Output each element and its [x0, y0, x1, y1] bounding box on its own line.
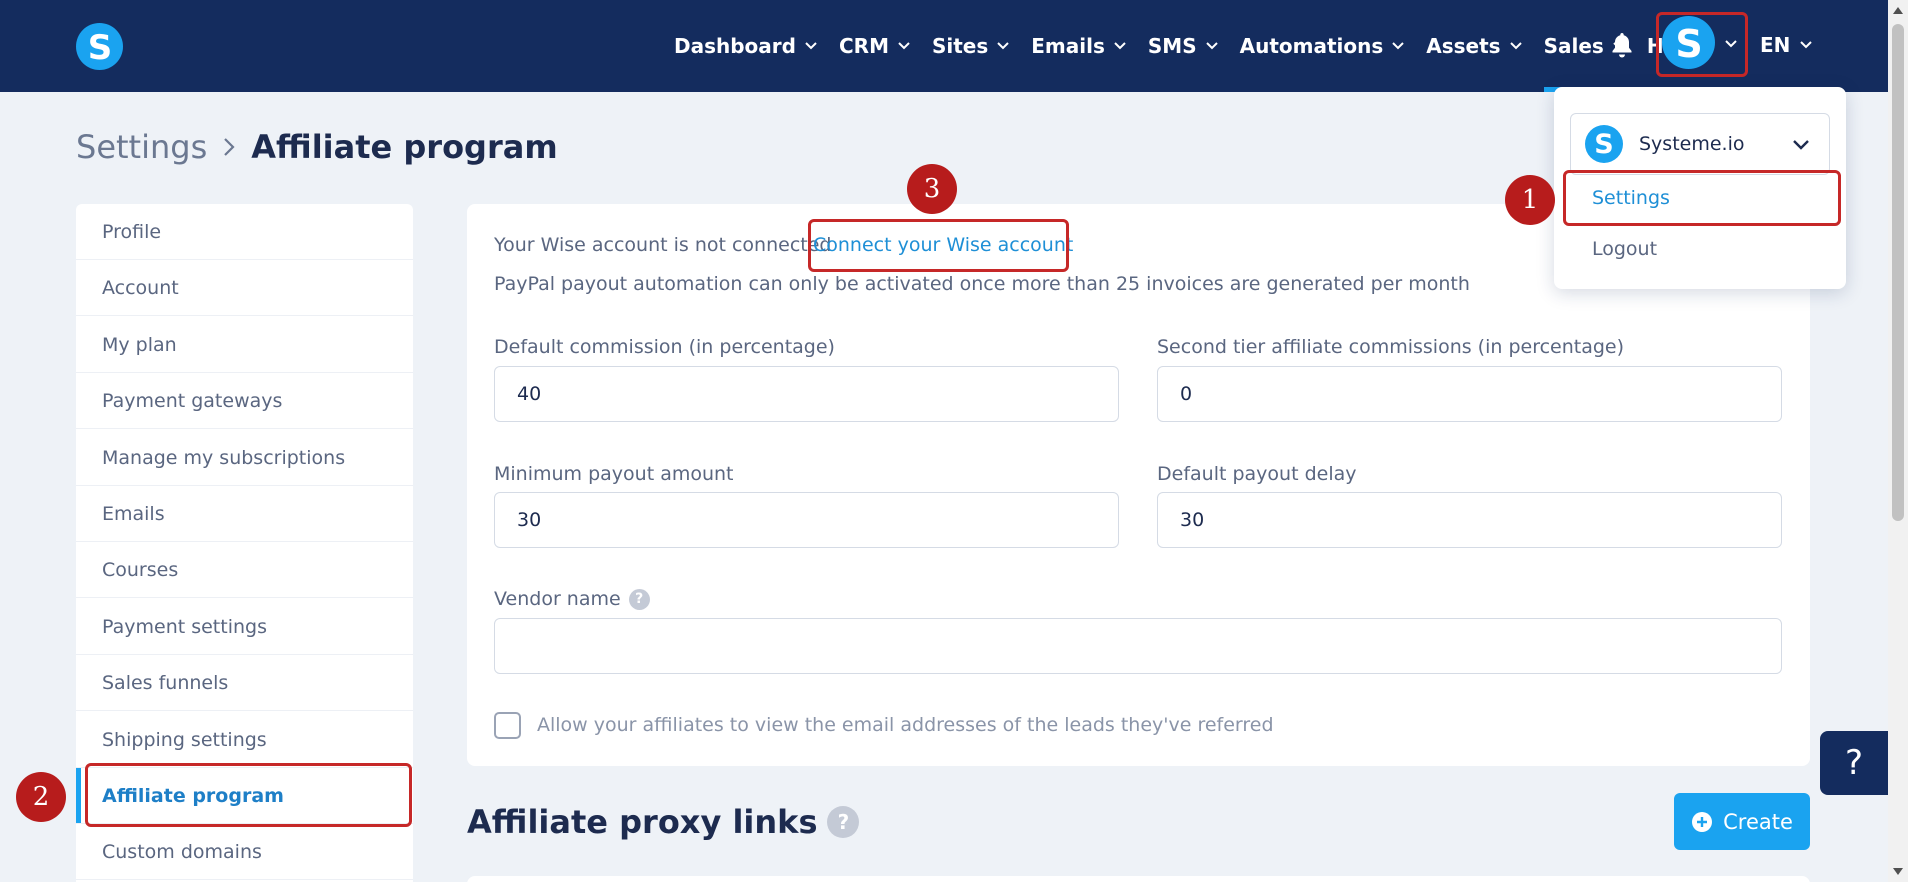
payout-delay-input[interactable]: 30: [1157, 492, 1782, 548]
nav-item-label: Sales: [1543, 34, 1604, 58]
svg-text:S: S: [1675, 23, 1702, 63]
top-navbar: S Dashboard CRM Sites Emails SMS Automations A…: [0, 0, 1908, 92]
menu-item-settings[interactable]: Settings: [1563, 170, 1841, 226]
avatar-s-glyph: S: [1675, 23, 1702, 63]
default-commission-input[interactable]: 40: [494, 366, 1119, 422]
nav-item-label: Dashboard: [674, 34, 796, 58]
nav-item-emails[interactable]: Emails: [1031, 0, 1126, 92]
chevron-down-icon: [805, 42, 817, 50]
chevron-down-icon: [997, 42, 1009, 50]
sidebar-item-courses[interactable]: Courses: [76, 542, 413, 598]
svg-text:S: S: [1594, 130, 1613, 158]
floating-help-button[interactable]: ?: [1820, 731, 1888, 795]
paypal-note: PayPal payout automation can only be act…: [494, 273, 1470, 295]
nav-item-automations[interactable]: Automations: [1240, 0, 1405, 92]
annotation-box-2: [85, 763, 412, 827]
create-button-label: Create: [1723, 809, 1793, 834]
language-label: EN: [1760, 33, 1791, 57]
logo-s-glyph: S: [87, 29, 112, 65]
breadcrumb-settings-link[interactable]: Settings: [76, 128, 207, 166]
account-name: Systeme.io: [1639, 133, 1745, 155]
vendor-name-input[interactable]: [494, 618, 1782, 674]
vendor-name-label: Vendor name: [494, 588, 621, 610]
account-switcher[interactable]: S Systeme.io: [1570, 113, 1830, 175]
chevron-down-icon: [1800, 41, 1813, 49]
main-nav: Dashboard CRM Sites Emails SMS Automations Ass…: [674, 0, 1720, 92]
nav-item-sites[interactable]: Sites: [932, 0, 1009, 92]
chevron-down-icon: [1114, 42, 1126, 50]
page-title: Affiliate program: [251, 128, 558, 166]
systeme-logo[interactable]: S: [76, 23, 123, 70]
nav-item-label: SMS: [1147, 34, 1197, 58]
chevron-down-icon: [1793, 140, 1809, 150]
annotation-badge-1: 1: [1505, 175, 1555, 225]
chevron-down-icon: [898, 42, 910, 50]
annotation-badge-3: 3: [907, 164, 957, 214]
nav-item-label: Automations: [1239, 34, 1384, 58]
nav-item-label: Emails: [1031, 34, 1105, 58]
scroll-down-arrow-icon[interactable]: [1893, 868, 1903, 876]
sidebar-item-payment-gateways[interactable]: Payment gateways: [76, 373, 413, 429]
user-avatar[interactable]: S: [1662, 16, 1715, 69]
nav-item-crm[interactable]: CRM: [839, 0, 910, 92]
svg-text:S: S: [87, 29, 112, 65]
language-selector[interactable]: EN: [1760, 33, 1813, 57]
nav-item-dashboard[interactable]: Dashboard: [674, 0, 817, 92]
create-proxy-link-button[interactable]: Create: [1674, 793, 1810, 850]
sidebar-item-payment-settings[interactable]: Payment settings: [76, 599, 413, 655]
scrollbar-thumb[interactable]: [1892, 24, 1904, 521]
sidebar-item-shipping-settings[interactable]: Shipping settings: [76, 712, 413, 768]
nav-item-sms[interactable]: SMS: [1148, 0, 1218, 92]
avatar-chevron-down-icon[interactable]: [1725, 40, 1737, 48]
chevron-right-icon: [224, 138, 235, 156]
proxy-links-help-icon[interactable]: ?: [827, 806, 860, 838]
annotation-badge-2: 2: [16, 772, 66, 822]
breadcrumb: Settings Affiliate program: [76, 128, 558, 166]
chevron-down-icon: [1509, 42, 1522, 50]
second-tier-commission-input[interactable]: 0: [1157, 366, 1782, 422]
plus-circle-icon: [1692, 811, 1713, 832]
scroll-up-arrow-icon[interactable]: [1893, 6, 1903, 14]
notification-bell-icon[interactable]: [1610, 31, 1634, 59]
minimum-payout-input[interactable]: 30: [494, 492, 1119, 548]
sidebar-item-my-plan[interactable]: My plan: [76, 317, 413, 373]
default-commission-label: Default commission (in percentage): [494, 336, 835, 358]
sidebar-item-manage-my-subscriptions[interactable]: Manage my subscriptions: [76, 430, 413, 486]
sidebar-item-custom-domains[interactable]: Custom domains: [76, 824, 413, 880]
allow-view-emails-checkbox[interactable]: [494, 712, 521, 739]
sidebar-item-sales-funnels[interactable]: Sales funnels: [76, 655, 413, 711]
payout-delay-label: Default payout delay: [1157, 463, 1357, 485]
chevron-down-icon: [1392, 42, 1404, 50]
wise-status-text: Your Wise account is not connected: [494, 234, 832, 256]
vendor-name-label-row: Vendor name?: [494, 588, 650, 610]
chevron-down-icon: [1205, 42, 1218, 50]
vendor-name-help-icon[interactable]: ?: [628, 588, 650, 610]
proxy-links-card: [467, 876, 1810, 882]
second-tier-commission-label: Second tier affiliate commissions (in pe…: [1157, 336, 1625, 358]
account-s-glyph: S: [1594, 130, 1613, 158]
nav-item-label: Sites: [931, 34, 989, 58]
annotation-box-3: [808, 219, 1069, 272]
proxy-links-heading: Affiliate proxy links ?: [467, 803, 860, 841]
nav-item-label: Assets: [1426, 34, 1501, 58]
sidebar-item-account[interactable]: Account: [76, 260, 413, 316]
proxy-links-title: Affiliate proxy links: [467, 803, 818, 841]
sidebar-item-emails[interactable]: Emails: [76, 486, 413, 542]
nav-item-label: CRM: [838, 34, 889, 58]
minimum-payout-label: Minimum payout amount: [494, 463, 734, 485]
nav-item-assets[interactable]: Assets: [1426, 0, 1522, 92]
sidebar-item-profile[interactable]: Profile: [76, 204, 413, 260]
allow-view-emails-label: Allow your affiliates to view the email …: [537, 714, 1274, 736]
menu-item-logout[interactable]: Logout: [1592, 238, 1657, 260]
account-logo: S: [1585, 125, 1623, 163]
